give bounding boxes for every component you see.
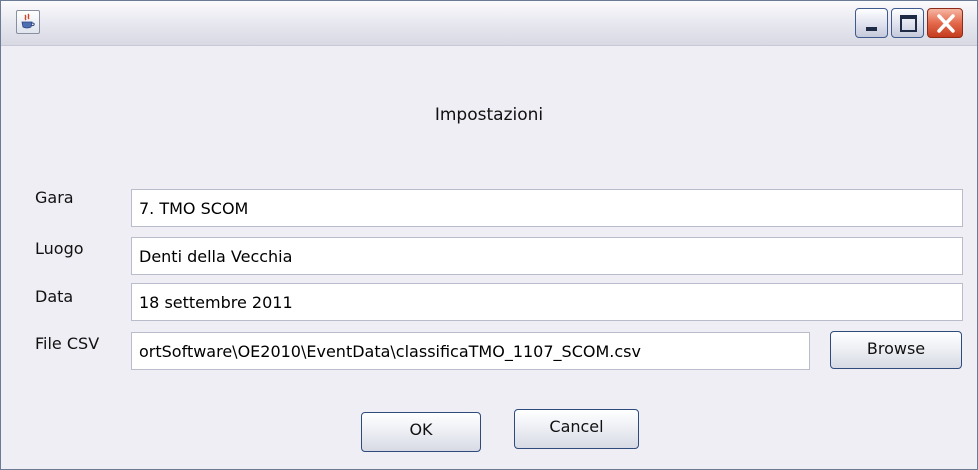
- close-icon: [937, 14, 955, 33]
- data-input[interactable]: [131, 283, 963, 321]
- file-csv-label: File CSV: [35, 334, 100, 353]
- file-csv-input[interactable]: [131, 332, 810, 370]
- ok-button[interactable]: OK: [361, 412, 481, 452]
- close-button[interactable]: [927, 8, 963, 38]
- browse-button[interactable]: Browse: [830, 331, 962, 369]
- gara-input[interactable]: [131, 189, 963, 227]
- luogo-input[interactable]: [131, 237, 963, 275]
- gara-label: Gara: [35, 188, 74, 207]
- dialog-heading: Impostazioni: [434, 105, 544, 125]
- luogo-label: Luogo: [35, 239, 84, 258]
- maximize-button[interactable]: [891, 8, 924, 38]
- settings-dialog-window: Impostazioni Gara Luogo Data File CSV Br…: [0, 0, 978, 470]
- minimize-icon: [866, 27, 877, 31]
- data-label: Data: [35, 287, 74, 306]
- minimize-button[interactable]: [855, 8, 888, 38]
- java-cup-icon[interactable]: [16, 10, 40, 34]
- title-bar[interactable]: [1, 1, 977, 46]
- maximize-icon: [900, 15, 917, 32]
- cancel-button[interactable]: Cancel: [514, 409, 639, 449]
